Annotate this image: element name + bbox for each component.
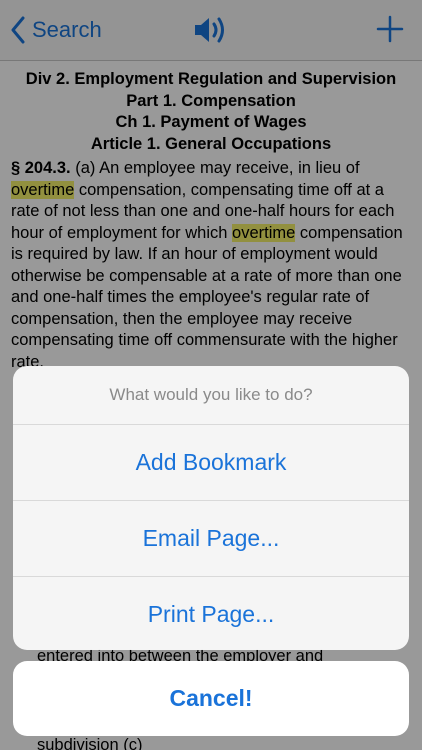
print-page-button[interactable]: Print Page... [13, 577, 409, 650]
cancel-button[interactable]: Cancel! [13, 661, 409, 736]
add-bookmark-button[interactable]: Add Bookmark [13, 425, 409, 501]
action-sheet: What would you like to do? Add Bookmark … [13, 366, 409, 650]
email-page-button[interactable]: Email Page... [13, 501, 409, 577]
action-sheet-title: What would you like to do? [13, 366, 409, 425]
